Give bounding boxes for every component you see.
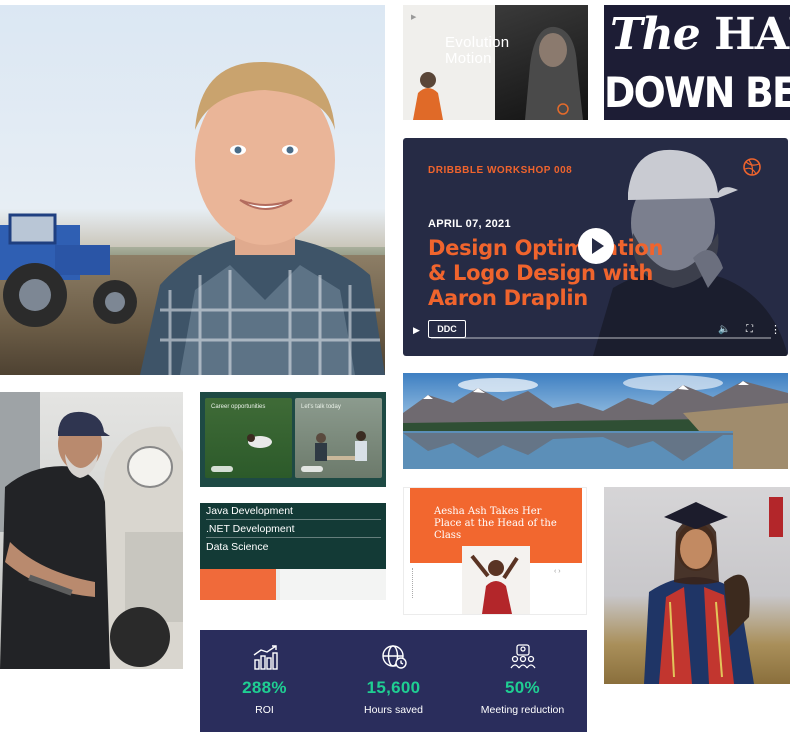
course-list: Java Development .NET Development Data S… <box>200 503 386 569</box>
career-site-thumbnail[interactable]: Career opportunities Let's talk today <box>200 392 386 487</box>
career-card-talk[interactable]: Let's talk today <box>295 398 382 478</box>
graduate-image <box>644 497 783 684</box>
person-on-grass-icon <box>247 434 272 448</box>
evolution-title-line2: Motion <box>445 50 492 67</box>
stat-roi-label: ROI <box>255 704 274 716</box>
stat-meeting-label: Meeting reduction <box>480 704 565 716</box>
farmer-portrait <box>140 61 385 375</box>
orange-jacket-figure-icon <box>413 72 443 120</box>
course-item-dotnet[interactable]: .NET Development <box>206 521 381 538</box>
play-button[interactable] <box>578 228 614 264</box>
farmer-photo <box>0 5 385 375</box>
workshop-kicker: DRIBBBLE WORKSHOP 008 <box>428 165 573 176</box>
aesha-headline: Aesha Ash Takes Her Place at the Head of… <box>434 506 557 541</box>
courses-list-thumbnail[interactable]: Java Development .NET Development Data S… <box>200 503 386 600</box>
meeting-scene-icon <box>315 431 367 461</box>
career-card-opportunities[interactable]: Career opportunities <box>205 398 292 478</box>
volume-icon[interactable]: 🔈 <box>718 324 730 335</box>
hands-line1: The HANDS <box>610 7 790 63</box>
ddc-logo: DDC <box>428 320 466 338</box>
career-card2-caption: Let's talk today <box>301 404 341 410</box>
workshop-date: APRIL 07, 2021 <box>428 218 511 230</box>
globe-clock-icon <box>381 645 407 669</box>
stat-hours-value: 15,600 <box>366 678 421 697</box>
hands-down-best-thumbnail[interactable]: The HANDS DOWN BEST <box>604 5 790 120</box>
mountain-lake-image <box>403 373 788 469</box>
stats-band: 288% ROI 15,600 Hours saved 50% Meeting … <box>200 630 587 732</box>
evolution-motion-thumbnail[interactable]: Evolution Motion ▶ <box>403 5 588 120</box>
evolution-title: Evolution Motion <box>445 35 585 67</box>
hands-word-hands: HANDS <box>714 9 790 60</box>
evolution-title-line1: Evolution <box>445 34 510 51</box>
hands-word-the: The <box>610 9 701 60</box>
stat-meeting-reduction: 50% Meeting reduction <box>458 630 587 732</box>
video-progress-bar[interactable] <box>431 337 771 339</box>
stat-hours-saved: 15,600 Hours saved <box>329 630 458 732</box>
career-card2-button[interactable] <box>301 466 323 472</box>
aesha-ash-article-thumbnail[interactable]: Aesha Ash Takes Her Place at the Head of… <box>403 487 587 615</box>
bar-chart-icon <box>253 645 278 670</box>
dancer-photo <box>462 546 530 614</box>
mechanic-scene-image <box>0 392 183 669</box>
meeting-people-icon <box>509 644 536 669</box>
mechanic-photo <box>0 392 183 669</box>
graduate-photo <box>604 487 790 684</box>
pager-icon[interactable]: ‹ › <box>554 568 561 575</box>
mountain-lake-photo <box>403 373 788 469</box>
course-orange-card[interactable] <box>200 569 276 600</box>
social-dots <box>412 568 416 598</box>
course-item-data-science[interactable]: Data Science <box>206 539 381 555</box>
fullscreen-icon[interactable]: ⛶ <box>746 324 753 335</box>
career-card1-caption: Career opportunities <box>211 404 266 410</box>
hands-line2: DOWN BEST <box>604 68 790 117</box>
workshop-headline: Design Optimization & Logo Design with A… <box>428 236 664 310</box>
career-card1-button[interactable] <box>211 466 233 472</box>
dribbble-ball-icon <box>743 158 761 176</box>
play-control-icon[interactable]: ▶ <box>413 325 420 336</box>
course-grey-card[interactable] <box>280 569 386 600</box>
tractor-image <box>0 213 137 327</box>
dribbble-workshop-video[interactable]: DRIBBBLE WORKSHOP 008 APRIL 07, 2021 Des… <box>403 138 788 356</box>
play-small-icon[interactable]: ▶ <box>411 13 416 21</box>
course-item-java[interactable]: Java Development <box>206 503 381 520</box>
more-options-icon[interactable]: ⋮ <box>770 323 781 336</box>
stat-meeting-value: 50% <box>505 678 540 697</box>
stat-hours-label: Hours saved <box>364 704 423 716</box>
stat-roi-value: 288% <box>242 678 287 697</box>
stat-roi: 288% ROI <box>200 630 329 732</box>
